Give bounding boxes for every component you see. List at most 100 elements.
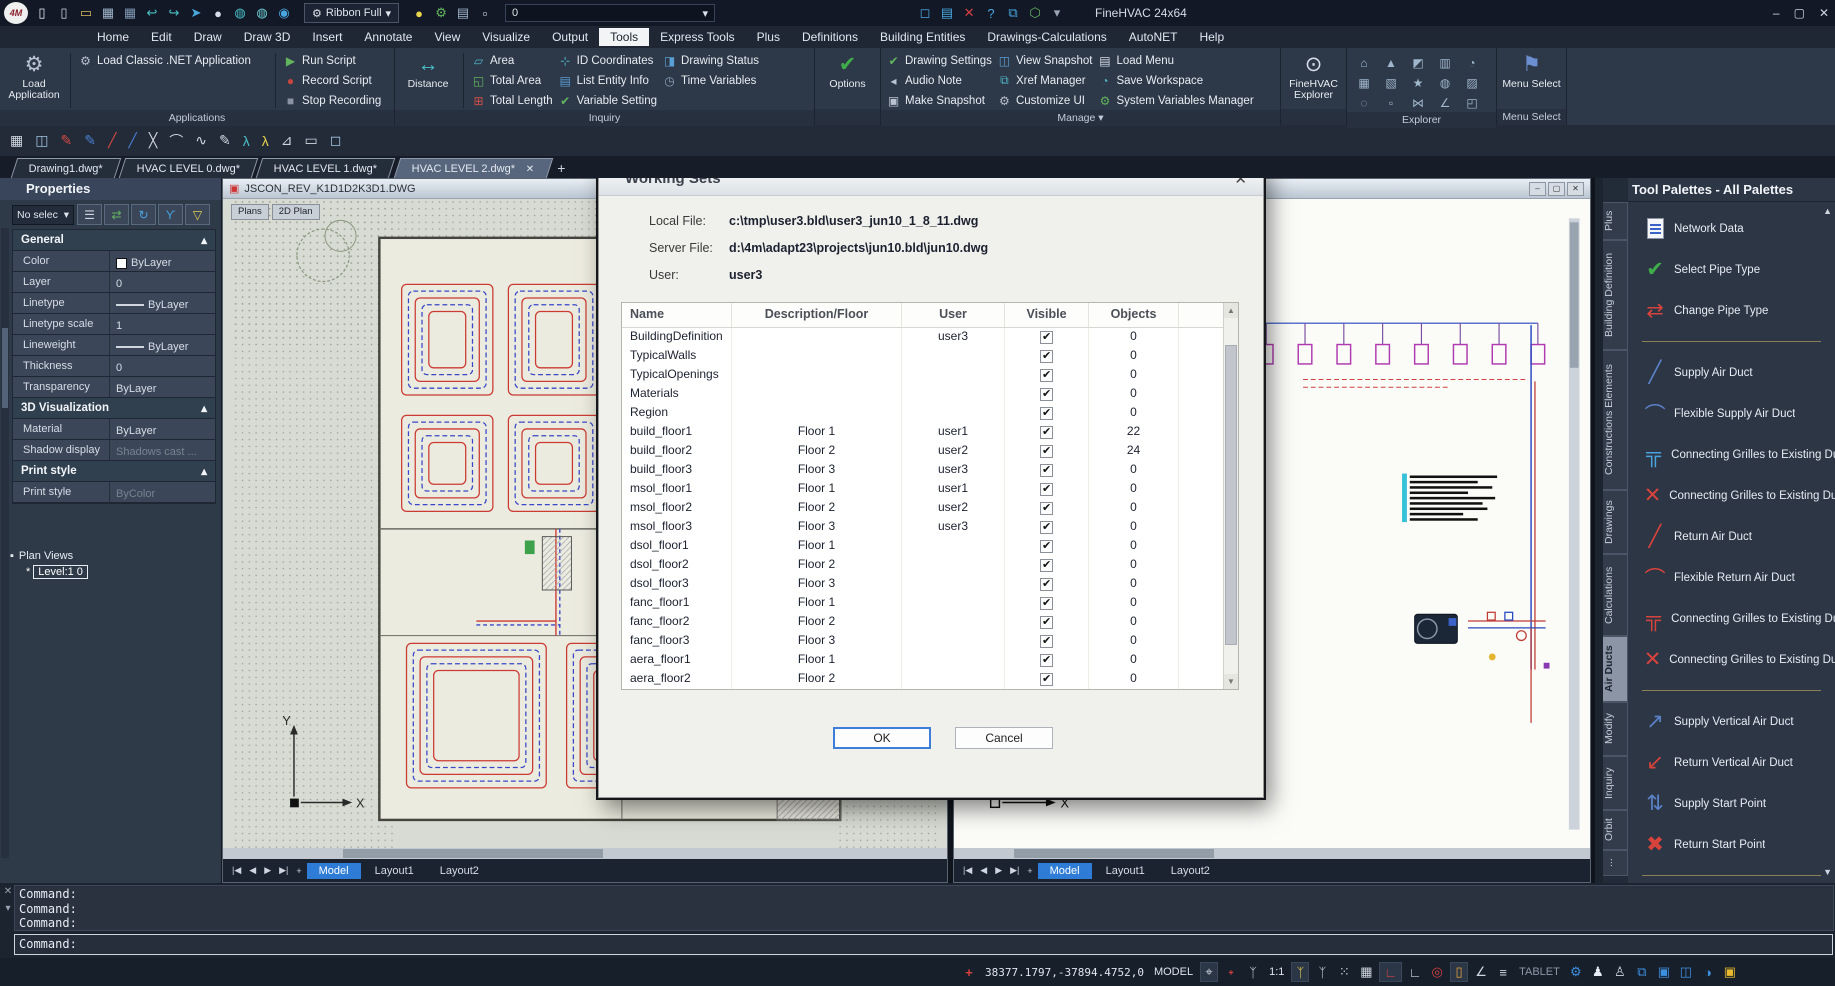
cascade-icon[interactable]: ◫ (1677, 962, 1695, 982)
workspace-switcher[interactable]: ⚙ Ribbon Full ▾ (304, 3, 399, 23)
layout-tab-model[interactable]: Model (307, 863, 361, 879)
flexible-supply-air-duct-item[interactable]: ⌒Flexible Supply Air Duct (1628, 393, 1835, 434)
ribbon-item-make-snapshot[interactable]: ▣Make Snapshot (885, 91, 992, 110)
working-set-row-dsol-floor3[interactable]: dsol_floor3Floor 30 (622, 575, 1238, 594)
quick-select-icon[interactable]: ϒ (158, 204, 183, 225)
visible-checkbox[interactable] (1040, 426, 1053, 439)
visible-checkbox[interactable] (1040, 350, 1053, 363)
file-tab-drawing1-dwg[interactable]: Drawing1.dwg* (11, 158, 121, 178)
palette-tab-item[interactable]: ... (1603, 850, 1628, 876)
return-start-point-item[interactable]: ✖Return Start Point (1628, 824, 1835, 865)
visible-checkbox[interactable] (1040, 331, 1053, 344)
column-header-visible[interactable]: Visible (1005, 303, 1089, 327)
explorer-tool-icon-6[interactable]: ▦ (1351, 73, 1377, 92)
arc-icon[interactable]: ⌒ (169, 131, 183, 151)
printer-icon[interactable]: ▤ (937, 3, 957, 23)
column-header-objects[interactable]: Objects (1089, 303, 1179, 327)
palette-tab-air-ducts[interactable]: Air Ducts (1603, 636, 1628, 702)
lambda-teal-icon[interactable]: λ (243, 133, 250, 149)
tab-nav-icon[interactable]: + (293, 866, 304, 876)
horizontal-scrollbar[interactable] (223, 848, 947, 859)
palette-tab-orbit[interactable]: Orbit (1603, 810, 1628, 850)
ortho-icon[interactable]: ∟ (1379, 962, 1402, 982)
visible-checkbox[interactable] (1040, 597, 1053, 610)
plot-icon[interactable]: ➤ (186, 3, 206, 23)
workspace-people-icon[interactable]: ♟ (1589, 962, 1607, 982)
working-set-row-build-floor3[interactable]: build_floor3Floor 3user30 (622, 461, 1238, 480)
ribbon-button-load-application[interactable]: ⚙Load Application (4, 51, 64, 110)
file-tab-hvac-level-1-dwg[interactable]: HVAC LEVEL 1.dwg* (256, 158, 396, 178)
menu-item-home[interactable]: Home (86, 28, 140, 46)
tab-nav-icon[interactable]: ▶| (276, 865, 291, 876)
select-pipe-type-item[interactable]: ✔Select Pipe Type (1628, 249, 1835, 290)
ribbon-item-id-coordinates[interactable]: ⊹ID Coordinates (557, 51, 657, 70)
notification-icon[interactable]: ▣ (1721, 962, 1739, 982)
sphere-icon[interactable]: ● (208, 3, 228, 23)
ribbon-button-finehvac-explorer[interactable]: ⊙FineHVAC Explorer (1285, 51, 1342, 109)
visible-checkbox[interactable] (1040, 483, 1053, 496)
working-set-row-typicalwalls[interactable]: TypicalWalls0 (622, 347, 1238, 366)
property-value[interactable]: 0 (109, 272, 215, 292)
network-data-item[interactable]: Network Data (1628, 208, 1835, 249)
visible-checkbox[interactable] (1040, 369, 1053, 382)
column-header-spare[interactable] (1179, 303, 1224, 327)
blue-line-icon[interactable]: ╱ (128, 132, 136, 149)
property-value[interactable]: ByColor (109, 482, 215, 502)
annotation-visibility-icon[interactable]: ᛉ (1291, 962, 1309, 982)
package-icon[interactable]: ⬡ (1025, 3, 1045, 23)
tab-nav-icon[interactable]: ◀ (246, 865, 259, 876)
ribbon-button-menu-select[interactable]: ⚑Menu Select (1501, 51, 1562, 109)
supply-start-point-item[interactable]: ⇅Supply Start Point (1628, 783, 1835, 824)
visible-checkbox[interactable] (1040, 654, 1053, 667)
save-icon[interactable]: ▦ (98, 3, 118, 23)
layer-select[interactable]: 0 ▾ (505, 4, 715, 22)
connecting-grilles-to-existing-duct-item[interactable]: ╦Connecting Grilles to Existing Duct (1628, 598, 1835, 639)
menu-item-express-tools[interactable]: Express Tools (649, 28, 745, 46)
render-low-icon[interactable]: ◍ (230, 3, 250, 23)
palette-tab-drawings[interactable]: Drawings (1603, 490, 1628, 554)
visible-checkbox[interactable] (1040, 445, 1053, 458)
property-value[interactable]: ByLayer (109, 251, 215, 271)
connecting-grilles-to-existing-duct-item[interactable]: ✕Connecting Grilles to Existing Duct ... (1628, 639, 1835, 680)
ribbon-item-run-script[interactable]: ▶Run Script (282, 51, 381, 70)
ok-button[interactable]: OK (833, 727, 931, 749)
working-set-row-fanc-floor1[interactable]: fanc_floor1Floor 10 (622, 594, 1238, 613)
explorer-tool-icon-8[interactable]: ★ (1405, 73, 1431, 92)
infer-constraints-icon[interactable]: ⌖ (1200, 962, 1218, 982)
erase-icon[interactable]: ✕ (959, 3, 979, 23)
visible-checkbox[interactable] (1040, 521, 1053, 534)
menu-item-autonet[interactable]: AutoNET (1118, 28, 1189, 46)
palette-tab-plus[interactable]: Plus (1603, 202, 1628, 240)
column-header-name[interactable]: Name (622, 303, 732, 327)
tab-nav-icon[interactable]: |◀ (229, 865, 244, 876)
command-input[interactable]: Command: (14, 934, 1833, 955)
sun-gear-icon[interactable]: ⚙ (431, 3, 451, 23)
palette-tab-inquiry[interactable]: Inquiry (1603, 756, 1628, 810)
ribbon-item-area[interactable]: ▱Area (470, 51, 553, 70)
menu-item-annotate[interactable]: Annotate (353, 28, 423, 46)
visible-checkbox[interactable] (1040, 502, 1053, 515)
property-value[interactable]: ByLayer (109, 419, 215, 439)
tab-nav-icon[interactable]: |◀ (960, 865, 975, 876)
ribbon-button-options[interactable]: ✔Options (819, 51, 876, 109)
settings-gear-icon[interactable]: ⚙ (1567, 962, 1585, 982)
selection-cycling-icon[interactable]: ▯ (1450, 962, 1468, 982)
copy-icon[interactable]: ⧉ (1633, 962, 1651, 982)
user-icon[interactable]: ♙ (1611, 962, 1629, 982)
property-value[interactable]: 1 (109, 314, 215, 334)
working-set-row-buildingdefinition[interactable]: BuildingDefinitionuser30 (622, 328, 1238, 347)
layout-tab-layout1[interactable]: Layout1 (1094, 863, 1157, 879)
menu-item-draw-3d[interactable]: Draw 3D (233, 28, 302, 46)
scroll-thumb[interactable] (1225, 345, 1237, 645)
tracking-cross-icon[interactable]: + (960, 962, 978, 982)
property-value[interactable]: ByLayer (109, 293, 215, 313)
open-icon[interactable]: ▭ (76, 3, 96, 23)
ptype-list-icon[interactable]: ☰ (77, 204, 102, 225)
sketch-icon[interactable]: ✎ (219, 132, 231, 149)
layout-tab-layout2[interactable]: Layout2 (428, 863, 491, 879)
polar-icon[interactable]: ∟ (1406, 962, 1424, 982)
working-set-row-dsol-floor2[interactable]: dsol_floor2Floor 20 (622, 556, 1238, 575)
visible-checkbox[interactable] (1040, 559, 1053, 572)
menu-item-edit[interactable]: Edit (140, 28, 183, 46)
grid-icon[interactable]: ▦ (1357, 962, 1375, 982)
